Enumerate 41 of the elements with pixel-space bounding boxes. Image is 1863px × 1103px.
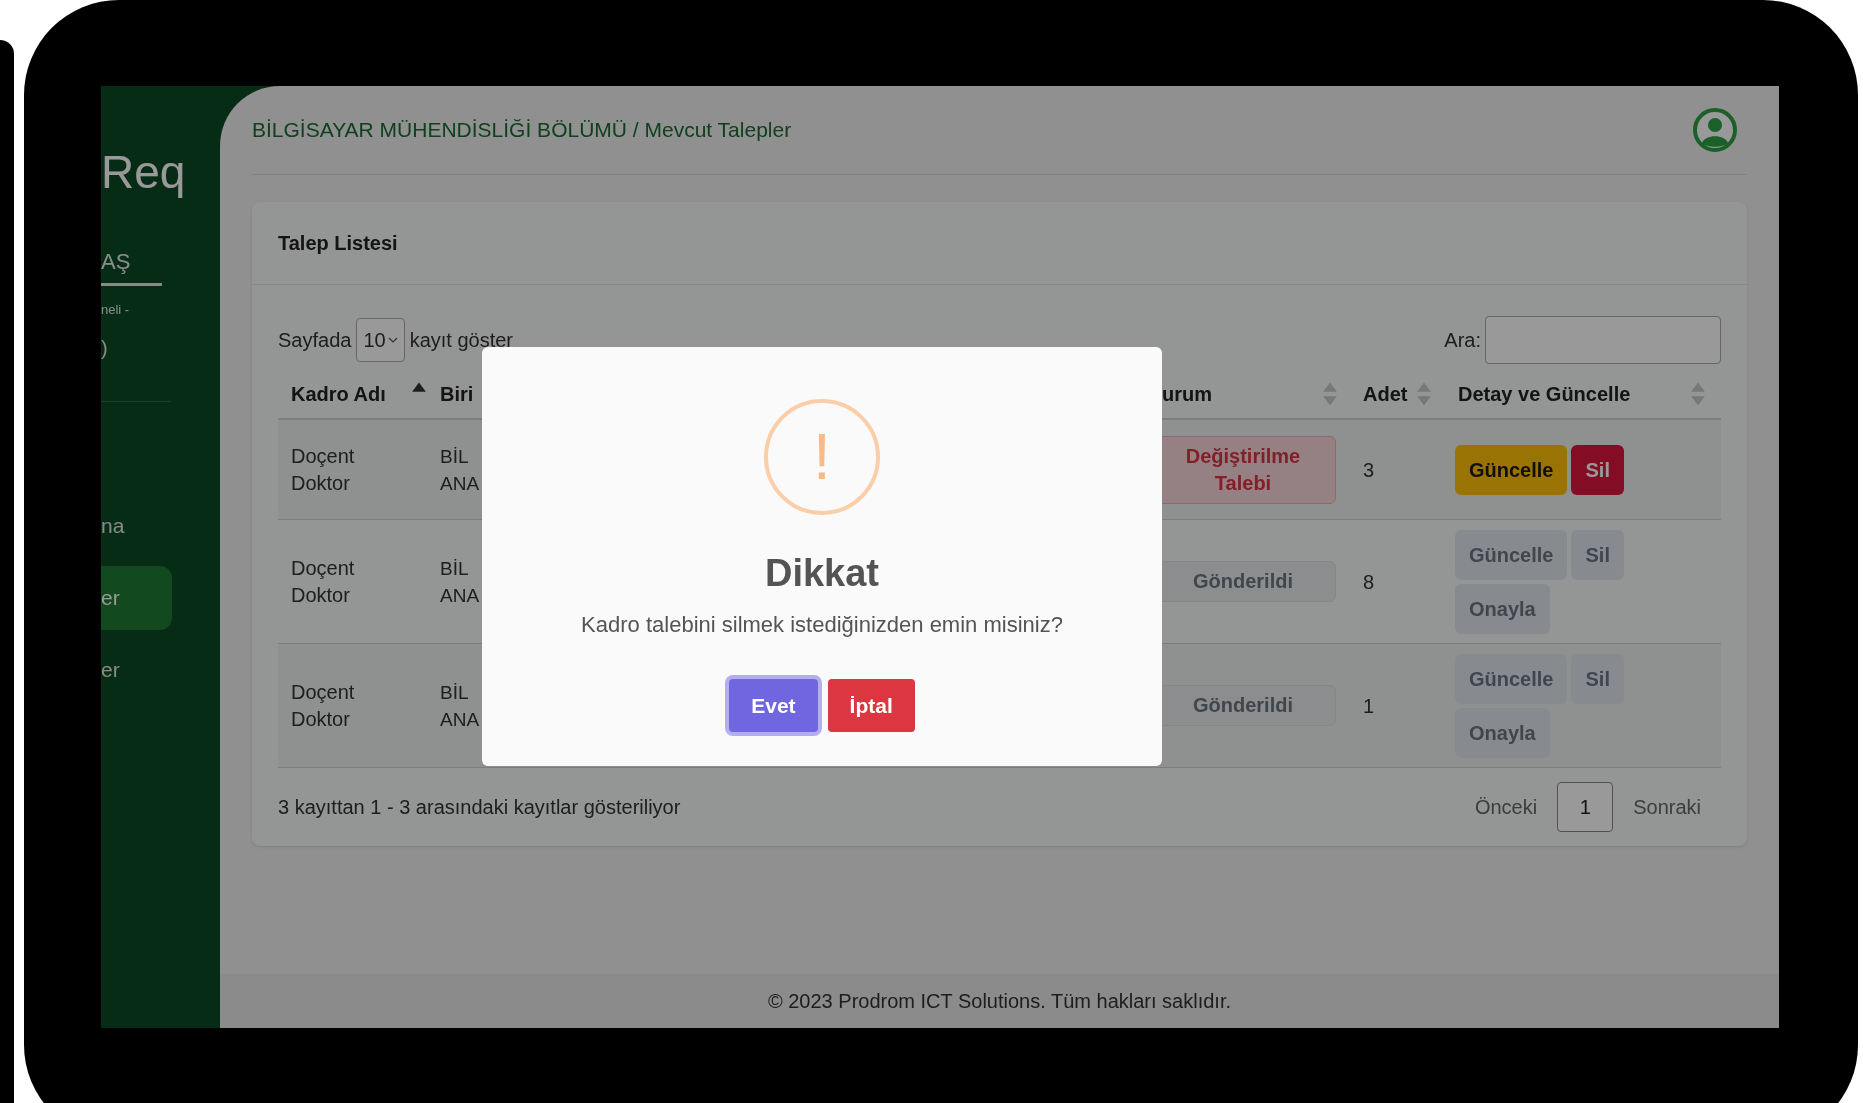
app-logo: Req	[101, 145, 186, 200]
card-title: Talep Listesi	[278, 231, 398, 256]
length-label: Sayfada	[278, 328, 352, 353]
column-header: Biri	[440, 382, 474, 407]
update-button[interactable]: Güncelle	[1455, 444, 1568, 495]
table-cell-text: ANA	[440, 471, 480, 496]
page-length-select[interactable]: 10	[356, 318, 405, 362]
table-cell-text: BİL	[440, 556, 469, 581]
delete-button[interactable]: Sil	[1571, 444, 1624, 495]
column-header: Kadro Adı	[291, 382, 386, 407]
table-cell: 8	[1363, 570, 1375, 593]
copyright-text: © 2023 Prodrom ICT Solutions. Tüm hakları saklıdır.	[767, 989, 1232, 1014]
cancel-button[interactable]: İptal	[827, 679, 915, 732]
column-header: urum	[1162, 382, 1212, 407]
pagination-link[interactable]: Önceki	[1474, 792, 1538, 822]
table-cell-text: ANA	[440, 583, 480, 608]
column-header: Detay ve Güncelle	[1458, 382, 1631, 407]
table-cell-text: Doçent Doktor	[291, 679, 356, 732]
user-note: )	[101, 336, 109, 360]
warning-icon: !	[764, 399, 880, 515]
table-cell-text: ANA	[440, 707, 480, 732]
table-cell-text: Doçent Doktor	[291, 555, 356, 608]
search-label: Ara:	[1444, 328, 1481, 353]
user-subtitle: neli -	[101, 301, 131, 319]
search-field[interactable]	[1485, 316, 1721, 364]
user-avatar-icon[interactable]	[1693, 108, 1737, 152]
table-cell-text: BİL	[440, 680, 469, 705]
table-info: 3 kayıttan 1 - 3 arasındaki kayıtlar gösteriliyor	[278, 795, 681, 820]
column-header: Adet	[1363, 382, 1408, 407]
chevron-down-icon	[387, 336, 398, 344]
pagination-link[interactable]: 1	[1557, 782, 1614, 832]
dialog-message: Kadro talebini silmek istediğinizden emin misiniz?	[581, 611, 1063, 639]
sidebar-item[interactable]: er	[101, 566, 172, 630]
pagination-link[interactable]: Sonraki	[1633, 792, 1701, 822]
table-cell-text: Doçent Doktor	[291, 443, 356, 496]
breadcrumb: BİLGİSAYAR MÜHENDİSLİĞİ BÖLÜMÜ / Mevcut Talepler	[252, 117, 792, 144]
length-label: kayıt göster	[409, 328, 514, 353]
dialog-title: Dikkat	[764, 551, 880, 596]
table-cell: 3	[1363, 458, 1375, 481]
table-cell-text: BİL	[440, 444, 469, 469]
table-cell: 1	[1363, 694, 1375, 717]
